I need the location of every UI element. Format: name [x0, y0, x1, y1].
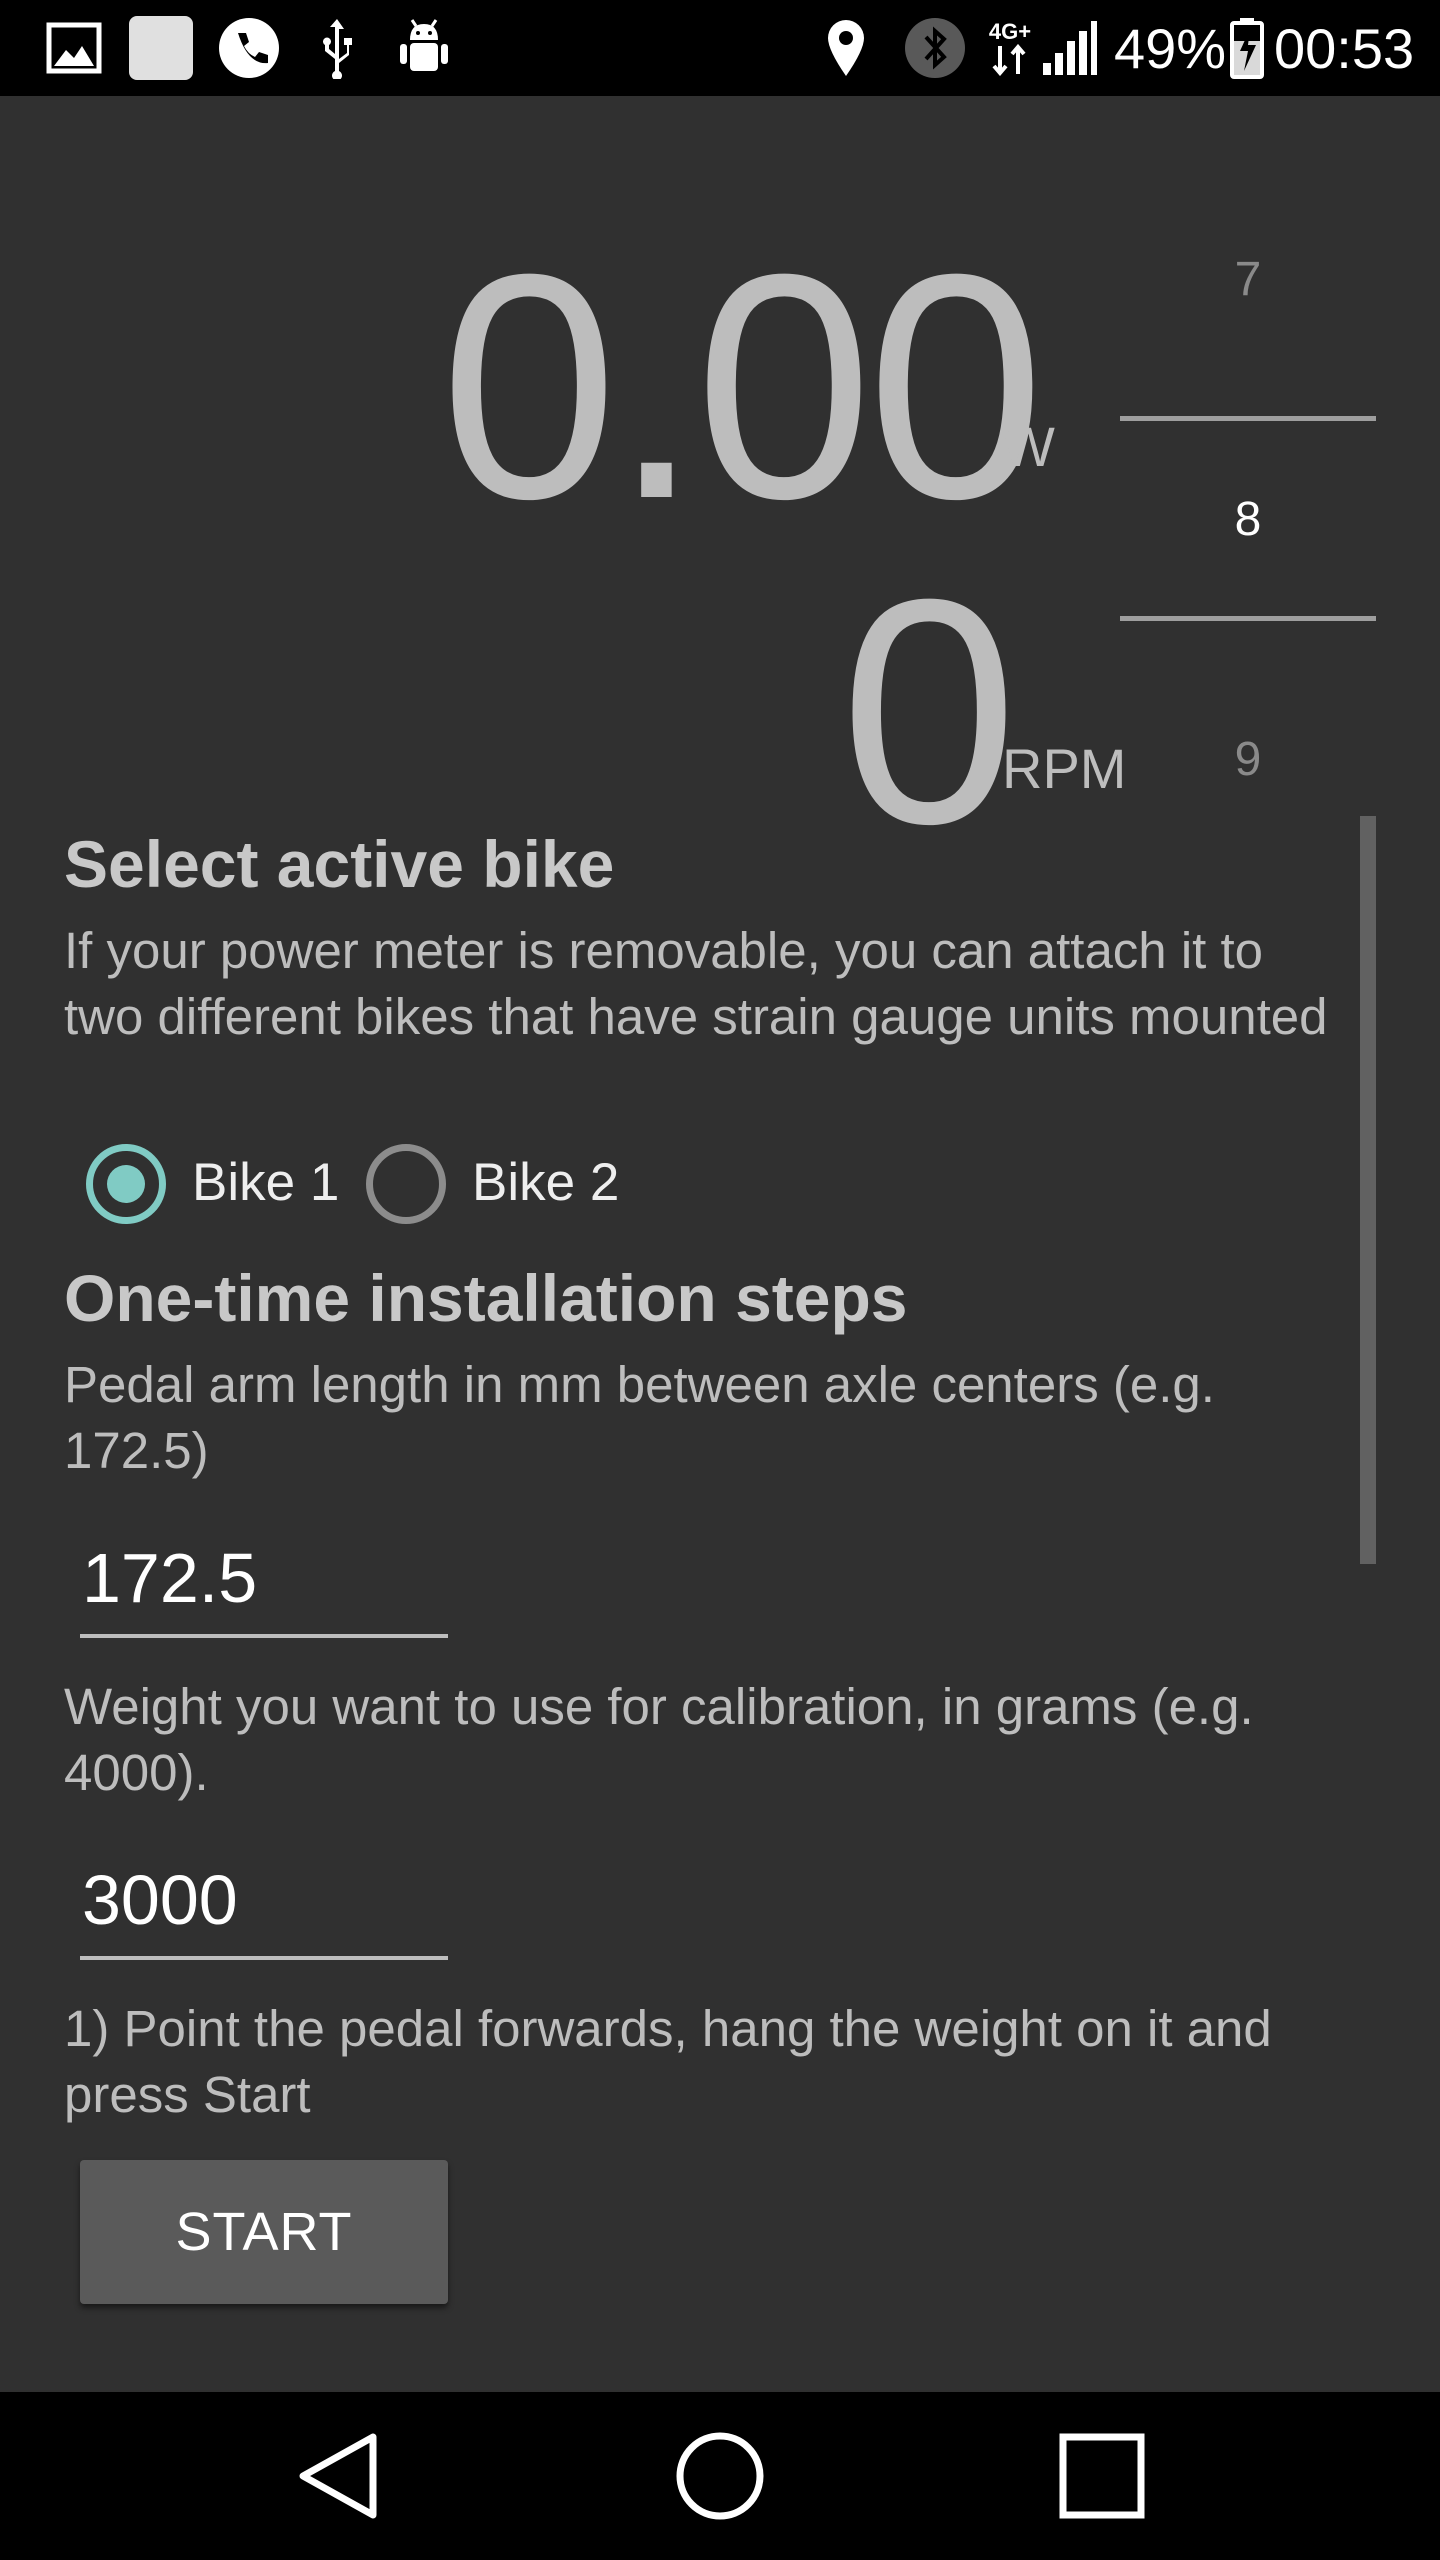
bike-section-title: Select active bike [64, 827, 615, 901]
location-icon [826, 16, 866, 80]
home-button[interactable] [600, 2392, 840, 2560]
app-icon [126, 16, 196, 80]
weight-input[interactable]: 3000 [80, 1850, 448, 1960]
gallery-icon [44, 16, 104, 80]
status-bar: 4G+ 49% 00:53 [0, 0, 1440, 96]
battery-percent: 49% [1114, 17, 1227, 80]
bike-1-radio[interactable] [86, 1144, 166, 1224]
bike-1-label[interactable]: Bike 1 [192, 1152, 339, 1213]
main-content[interactable]: 0.00 W 0 RPM 7 8 9 Select active bike If… [0, 96, 1440, 2392]
battery-charging-icon [1228, 16, 1266, 80]
recents-icon [1059, 2433, 1145, 2519]
picker-selected-value[interactable]: 8 [1118, 492, 1378, 547]
navigation-bar [0, 2392, 1440, 2560]
home-icon [676, 2432, 764, 2520]
picker-next-value[interactable]: 9 [1118, 732, 1378, 787]
step1-instruction: 1) Point the pedal forwards, hang the we… [64, 2000, 1272, 2123]
android-debug-icon [396, 16, 452, 80]
back-button[interactable] [220, 2392, 460, 2560]
bike-2-radio[interactable] [366, 1144, 446, 1224]
cadence-value: 0 [840, 532, 1018, 890]
picker-divider-top [1120, 416, 1376, 421]
picker-divider-bottom [1120, 616, 1376, 621]
bluetooth-icon [904, 16, 966, 80]
bike-section-description: If your power meter is removable, you ca… [64, 922, 1328, 1045]
power-value: 0.00 [440, 207, 1045, 565]
arm-length-input[interactable]: 172.5 [80, 1528, 448, 1638]
power-unit: W [1002, 415, 1055, 478]
recents-button[interactable] [982, 2392, 1222, 2560]
start-button[interactable]: START [80, 2160, 448, 2304]
scrollbar[interactable] [1360, 816, 1376, 1564]
picker-prev-value[interactable]: 7 [1118, 252, 1378, 307]
phone-icon [216, 16, 282, 80]
install-section-title: One-time installation steps [64, 1261, 908, 1335]
back-icon [299, 2433, 377, 2519]
bike-2-label[interactable]: Bike 2 [472, 1152, 619, 1213]
clock: 00:53 [1274, 17, 1415, 80]
signal-icon [1040, 16, 1100, 80]
network-4g-icon: 4G+ [984, 16, 1036, 80]
network-type-label: 4G+ [988, 19, 1032, 44]
cadence-unit: RPM [1002, 737, 1127, 800]
weight-label: Weight you want to use for calibration, … [64, 1678, 1254, 1801]
usb-icon [310, 16, 364, 80]
arm-length-label: Pedal arm length in mm between axle cent… [64, 1356, 1215, 1479]
